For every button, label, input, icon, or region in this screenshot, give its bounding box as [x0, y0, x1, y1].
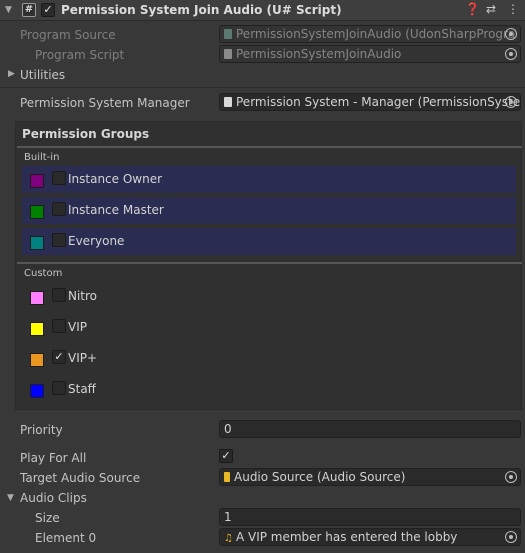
audio-source-icon — [224, 472, 230, 482]
program-script-label: Program Script — [35, 48, 125, 62]
foldout-arrow-icon[interactable]: ▼ — [5, 5, 12, 15]
group-checkbox[interactable] — [52, 171, 66, 185]
group-checkbox[interactable] — [52, 202, 66, 216]
permission-groups-title: Permission Groups — [22, 127, 150, 141]
group-name: Staff — [68, 382, 96, 396]
color-swatch — [30, 236, 44, 250]
utilities-foldout-icon[interactable]: ▶ — [8, 69, 15, 79]
group-name: VIP — [68, 320, 87, 334]
builtin-label: Built-in — [24, 152, 60, 163]
object-picker-icon[interactable] — [505, 96, 517, 108]
enabled-checkbox[interactable]: ✓ — [41, 3, 55, 17]
play-for-all-checkbox[interactable]: ✓ — [219, 449, 233, 463]
target-audio-source-field[interactable]: Audio Source (Audio Source) — [219, 468, 521, 486]
script-object-icon — [224, 97, 232, 107]
udon-program-icon — [224, 29, 232, 39]
menu-icon[interactable]: ⋮ — [507, 2, 519, 16]
object-picker-icon[interactable] — [505, 28, 517, 40]
preset-icon[interactable]: ⇄ — [486, 2, 496, 16]
color-swatch — [30, 205, 44, 219]
custom-label: Custom — [24, 268, 63, 279]
group-checkbox[interactable] — [52, 233, 66, 247]
program-script-field[interactable]: PermissionSystemJoinAudio — [219, 45, 521, 63]
element0-value: A VIP member has entered the lobby — [235, 530, 458, 544]
color-swatch — [30, 384, 44, 398]
script-icon: # — [22, 3, 36, 17]
object-picker-icon[interactable] — [505, 471, 517, 483]
object-picker-icon[interactable] — [505, 531, 517, 543]
color-swatch — [30, 291, 44, 305]
audio-clips-foldout-icon[interactable]: ▼ — [7, 493, 14, 503]
program-source-label: Program Source — [20, 28, 116, 42]
group-checkbox[interactable] — [52, 381, 66, 395]
script-file-icon — [224, 49, 232, 59]
element0-field[interactable]: ♫ A VIP member has entered the lobby — [219, 528, 521, 546]
component-title: Permission System Join Audio (U# Script) — [61, 3, 342, 17]
audio-clip-icon: ♫ — [224, 533, 233, 544]
element0-label: Element 0 — [35, 531, 97, 545]
object-picker-icon[interactable] — [505, 48, 517, 60]
priority-field[interactable]: 0 — [219, 420, 521, 438]
group-checkbox[interactable] — [52, 319, 66, 333]
custom-divider — [17, 262, 522, 264]
help-icon[interactable]: ❓ — [465, 2, 480, 16]
group-row-vip — [22, 314, 516, 341]
target-audio-source-label: Target Audio Source — [20, 471, 141, 485]
play-for-all-label: Play For All — [20, 451, 87, 465]
manager-value: Permission System - Manager (PermissionS… — [236, 95, 521, 109]
manager-field[interactable]: Permission System - Manager (PermissionS… — [219, 93, 521, 111]
target-audio-source-value: Audio Source (Audio Source) — [234, 470, 406, 484]
color-swatch — [30, 322, 44, 336]
manager-label: Permission System Manager — [20, 96, 190, 110]
group-name: Instance Master — [68, 203, 164, 217]
program-source-value: PermissionSystemJoinAudio (UdonSharpProg… — [236, 27, 516, 41]
group-name: Everyone — [68, 234, 125, 248]
group-name: Instance Owner — [68, 172, 163, 186]
group-name: Nitro — [68, 289, 98, 303]
size-label: Size — [35, 511, 60, 525]
divider — [0, 87, 525, 88]
color-swatch — [30, 174, 44, 188]
group-name: VIP+ — [68, 351, 98, 365]
utilities-label[interactable]: Utilities — [20, 68, 65, 82]
group-checkbox[interactable]: ✓ — [52, 350, 66, 364]
color-swatch — [30, 353, 44, 367]
audio-clips-label[interactable]: Audio Clips — [20, 491, 87, 505]
builtin-divider — [17, 146, 522, 148]
program-source-field[interactable]: PermissionSystemJoinAudio (UdonSharpProg… — [219, 25, 521, 43]
size-field[interactable]: 1 — [219, 508, 521, 526]
group-checkbox[interactable] — [52, 288, 66, 302]
group-row-staff — [22, 376, 516, 403]
priority-label: Priority — [20, 423, 63, 437]
program-script-value: PermissionSystemJoinAudio — [236, 47, 402, 61]
